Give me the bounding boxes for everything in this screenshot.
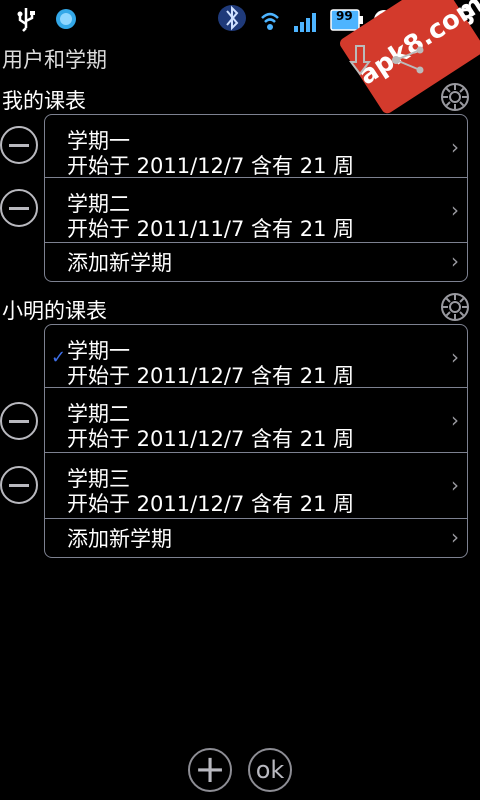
- add-term-row[interactable]: 添加新学期 ›: [45, 243, 467, 281]
- term-row[interactable]: ✓ 学期一 开始于 2011/12/7 含有 21 周 ›: [45, 325, 467, 388]
- gear-icon[interactable]: [440, 82, 470, 112]
- checkmark-icon: ✓: [51, 347, 67, 368]
- term-detail: 开始于 2011/11/7 含有 21 周: [67, 217, 355, 241]
- chevron-right-icon: ›: [451, 525, 459, 549]
- term-row[interactable]: 学期二 开始于 2011/12/7 含有 21 周 ›: [45, 388, 467, 453]
- download-arrow-icon[interactable]: [349, 44, 371, 76]
- usb-icon: [17, 8, 35, 32]
- term-row[interactable]: 学期一 开始于 2011/12/7 含有 21 周 ›: [45, 115, 467, 178]
- wifi-icon: [261, 12, 279, 30]
- remove-term-button[interactable]: [0, 402, 38, 440]
- signal-icon: [294, 13, 316, 32]
- battery-level: 99: [336, 9, 353, 23]
- chevron-right-icon: ›: [451, 198, 459, 222]
- chevron-right-icon: ›: [451, 345, 459, 369]
- add-term-row[interactable]: 添加新学期 ›: [45, 519, 467, 557]
- add-term-label: 添加新学期: [67, 251, 172, 275]
- section-title-my-schedule: 我的课表: [2, 89, 86, 113]
- term-row[interactable]: 学期二 开始于 2011/11/7 含有 21 周 ›: [45, 178, 467, 243]
- add-button[interactable]: +: [188, 748, 232, 792]
- remove-term-button[interactable]: [0, 466, 38, 504]
- term-detail: 开始于 2011/12/7 含有 21 周: [67, 154, 355, 178]
- section-title-xiaoming-schedule: 小明的课表: [2, 299, 107, 323]
- chevron-right-icon: ›: [451, 473, 459, 497]
- notification-icon: [56, 9, 76, 29]
- add-term-label: 添加新学期: [67, 527, 172, 551]
- chevron-right-icon: ›: [451, 408, 459, 432]
- term-detail: 开始于 2011/12/7 含有 21 周: [67, 427, 355, 451]
- remove-term-button[interactable]: [0, 126, 38, 164]
- ok-button[interactable]: ok: [248, 748, 292, 792]
- term-row[interactable]: 学期三 开始于 2011/12/7 含有 21 周 ›: [45, 453, 467, 519]
- remove-term-button[interactable]: [0, 189, 38, 227]
- chevron-right-icon: ›: [451, 135, 459, 159]
- term-detail: 开始于 2011/12/7 含有 21 周: [67, 364, 355, 388]
- term-list-card: ✓ 学期一 开始于 2011/12/7 含有 21 周 › 学期二 开始于 20…: [44, 324, 468, 558]
- share-icon[interactable]: [390, 46, 426, 74]
- chevron-right-icon: ›: [451, 249, 459, 273]
- gear-icon[interactable]: [440, 292, 470, 322]
- page-title: 用户和学期: [2, 48, 107, 72]
- bluetooth-icon: [218, 5, 246, 31]
- term-detail: 开始于 2011/12/7 含有 21 周: [67, 492, 355, 516]
- term-list-card: 学期一 开始于 2011/12/7 含有 21 周 › 学期二 开始于 2011…: [44, 114, 468, 282]
